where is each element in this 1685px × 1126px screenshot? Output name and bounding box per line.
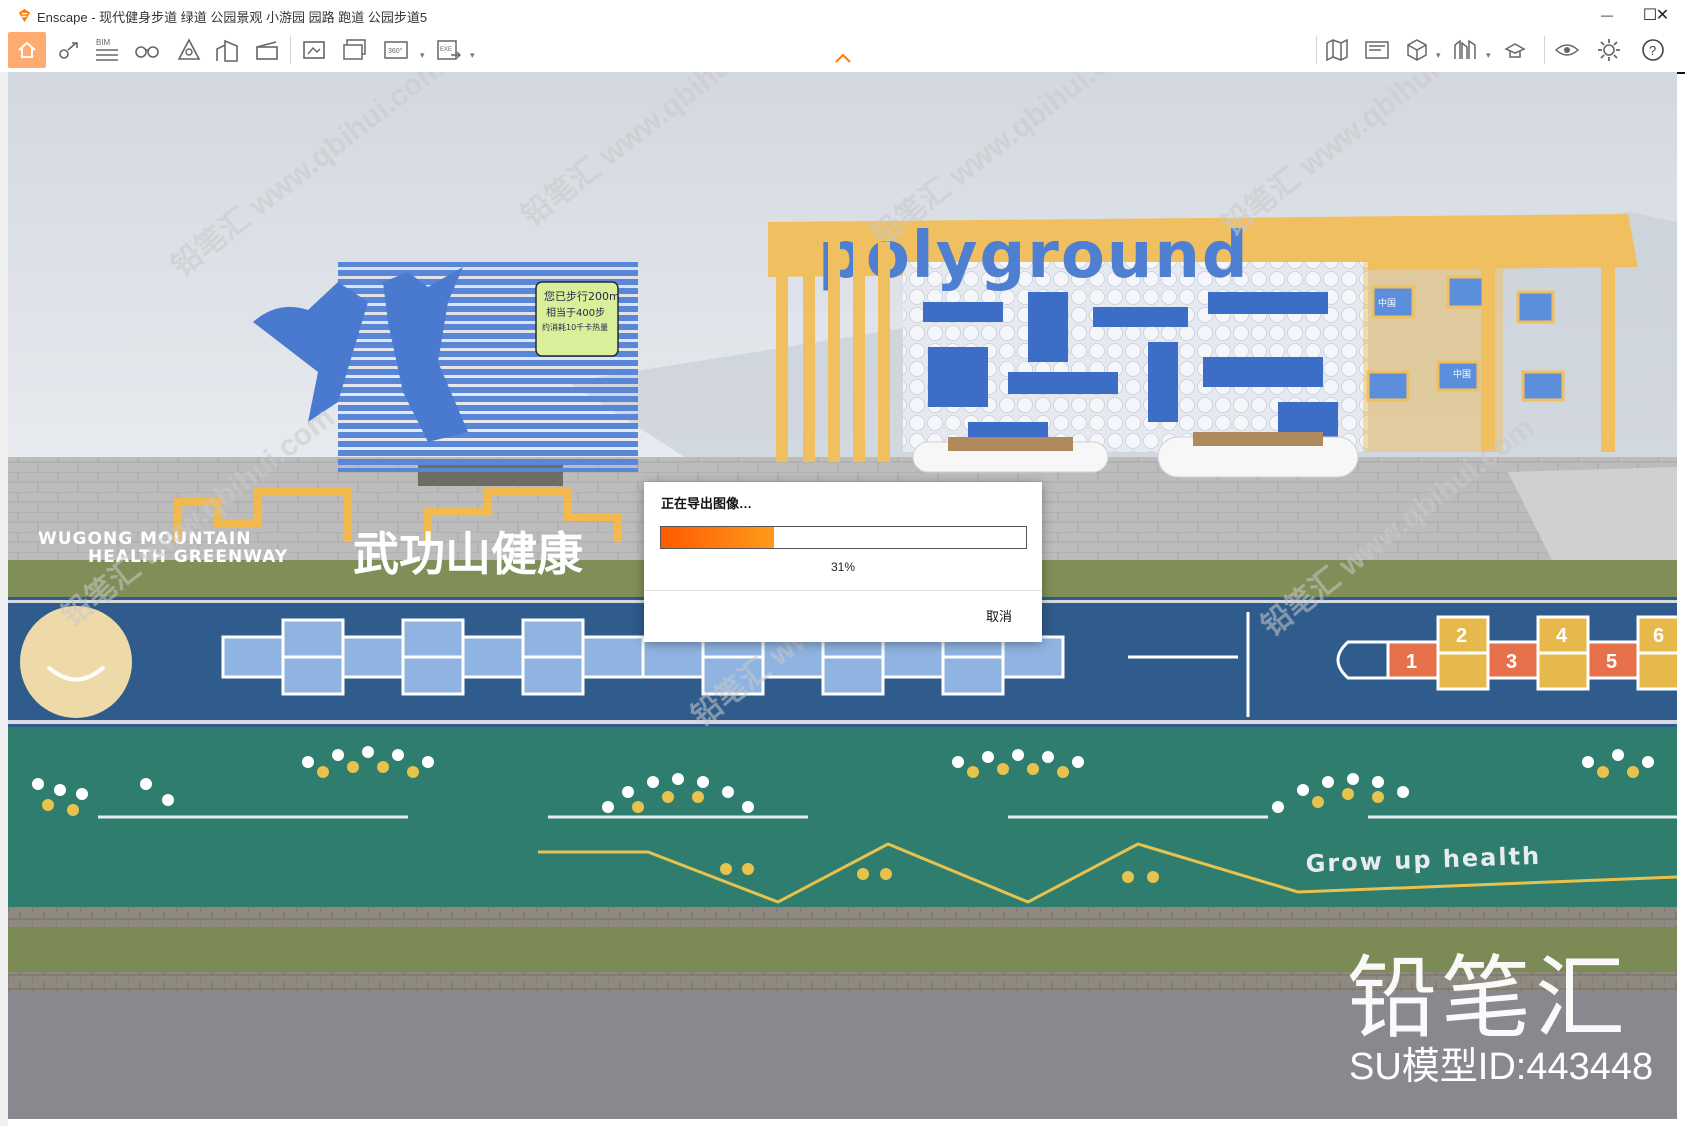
left-edge-strip [0, 72, 8, 1126]
toolbar-separator [1316, 36, 1317, 64]
svg-text:中国: 中国 [1378, 297, 1396, 309]
collapse-toolbar-icon[interactable] [834, 52, 852, 64]
asset-library-button[interactable] [174, 36, 204, 64]
site-context-button[interactable] [212, 36, 242, 64]
hop-number: 3 [1506, 651, 1517, 673]
exe-export-icon: EXE [437, 40, 461, 60]
pano-label: 360° [388, 47, 403, 55]
exe-label: EXE [440, 47, 452, 53]
batch-render-button[interactable] [340, 36, 370, 64]
visual-settings-button[interactable] [1552, 36, 1582, 64]
hop-number: 4 [1556, 625, 1568, 647]
material-dropdown-icon[interactable]: ▾ [1486, 50, 1491, 61]
smiley-circle [20, 606, 132, 718]
export-dropdown-icon[interactable]: ▾ [470, 50, 475, 61]
main-toolbar: BIM 360° ▾ EXE ▾ ▾ ▾ ? [0, 30, 1685, 74]
panorama-360-icon: 360° [384, 41, 408, 59]
toolbar-separator [290, 36, 291, 64]
svg-text:您已步行200m: 您已步行200m [544, 290, 620, 303]
hop-number: 1 [1406, 651, 1417, 673]
location-button[interactable] [54, 36, 84, 64]
dialog-divider [644, 590, 1042, 591]
export-progress-dialog: 正在导出图像… 31% 取消 [644, 482, 1042, 642]
progress-percent-label: 31% [830, 560, 856, 574]
model-id-watermark: SU模型ID:443448 [1349, 1046, 1654, 1088]
dialog-title: 正在导出图像… [661, 496, 753, 511]
cancel-button[interactable]: 取消 [986, 606, 1012, 625]
curb [8, 907, 1677, 927]
bim-label: BIM [96, 38, 111, 47]
settings-button[interactable] [1594, 36, 1624, 64]
material-editor-button[interactable] [1450, 36, 1480, 64]
batch-render-icon [343, 39, 366, 60]
map-icon [1326, 38, 1348, 62]
close-button[interactable]: ✕ [1640, 0, 1685, 30]
screenshot-icon [303, 41, 325, 59]
hop-number: 6 [1653, 625, 1664, 647]
material-icon [1454, 39, 1476, 59]
video-editor-button[interactable] [252, 36, 282, 64]
wugong-cn-text: 武功山健康 [353, 527, 583, 581]
binoculars-icon [135, 46, 159, 58]
progress-fill [661, 527, 775, 548]
toolbar-separator [1544, 36, 1545, 64]
buildings-icon [216, 39, 238, 62]
exe-export-button[interactable]: EXE [434, 36, 464, 64]
minimize-icon: — [1601, 8, 1613, 22]
wugong-en-line2: HEALTH GREENWAY [88, 547, 288, 567]
export-progress-bar [660, 526, 1027, 549]
minimize-button[interactable]: — [1584, 0, 1630, 30]
objects-dropdown-icon[interactable]: ▾ [1436, 50, 1441, 61]
eye-icon [1554, 44, 1580, 56]
wugong-en-line1: WUGONG MOUNTAIN [38, 529, 251, 549]
map-button[interactable] [1322, 36, 1352, 64]
help-button[interactable]: ? [1638, 36, 1668, 64]
objects-button[interactable] [1402, 36, 1432, 64]
home-icon [18, 41, 36, 58]
clapper-icon [256, 41, 278, 60]
home-button[interactable] [8, 32, 46, 68]
gear-icon [1598, 39, 1620, 61]
enscape-window: Enscape - 现代健身步道 绿道 公园景观 小游园 园路 跑道 公园步道5… [0, 0, 1685, 1126]
panorama-button[interactable]: 360° [382, 36, 412, 64]
svg-text:约消耗10千卡热量: 约消耗10千卡热量 [542, 322, 608, 332]
enscape-logo-icon [18, 8, 31, 23]
asset-library-icon [177, 38, 201, 60]
views-icon [1365, 41, 1389, 59]
track-edge [8, 720, 1677, 724]
bim-button[interactable]: BIM [92, 36, 122, 64]
views-button[interactable] [132, 36, 162, 64]
hat-icon [1504, 43, 1526, 58]
title-bar: Enscape - 现代健身步道 绿道 公园景观 小游园 园路 跑道 公园步道5… [0, 0, 1685, 30]
close-icon: ✕ [1655, 7, 1670, 24]
panorama-dropdown-icon[interactable]: ▾ [420, 50, 425, 61]
view-management-button[interactable] [1362, 36, 1392, 64]
cube-icon [1407, 39, 1427, 61]
svg-text:中国: 中国 [1453, 368, 1471, 380]
svg-text:相当于400步: 相当于400步 [546, 306, 605, 319]
window-title: Enscape - 现代健身步道 绿道 公园景观 小游园 园路 跑道 公园步道5 [37, 10, 428, 25]
help-icon: ? [1642, 39, 1664, 61]
hop-number: 5 [1606, 651, 1617, 673]
hop-number: 2 [1456, 625, 1467, 647]
bim-icon: BIM [96, 38, 118, 61]
location-pin-icon [59, 42, 78, 59]
help-label: ? [1649, 43, 1656, 58]
collaborate-button[interactable] [1500, 36, 1530, 64]
screenshot-button[interactable] [300, 36, 330, 64]
